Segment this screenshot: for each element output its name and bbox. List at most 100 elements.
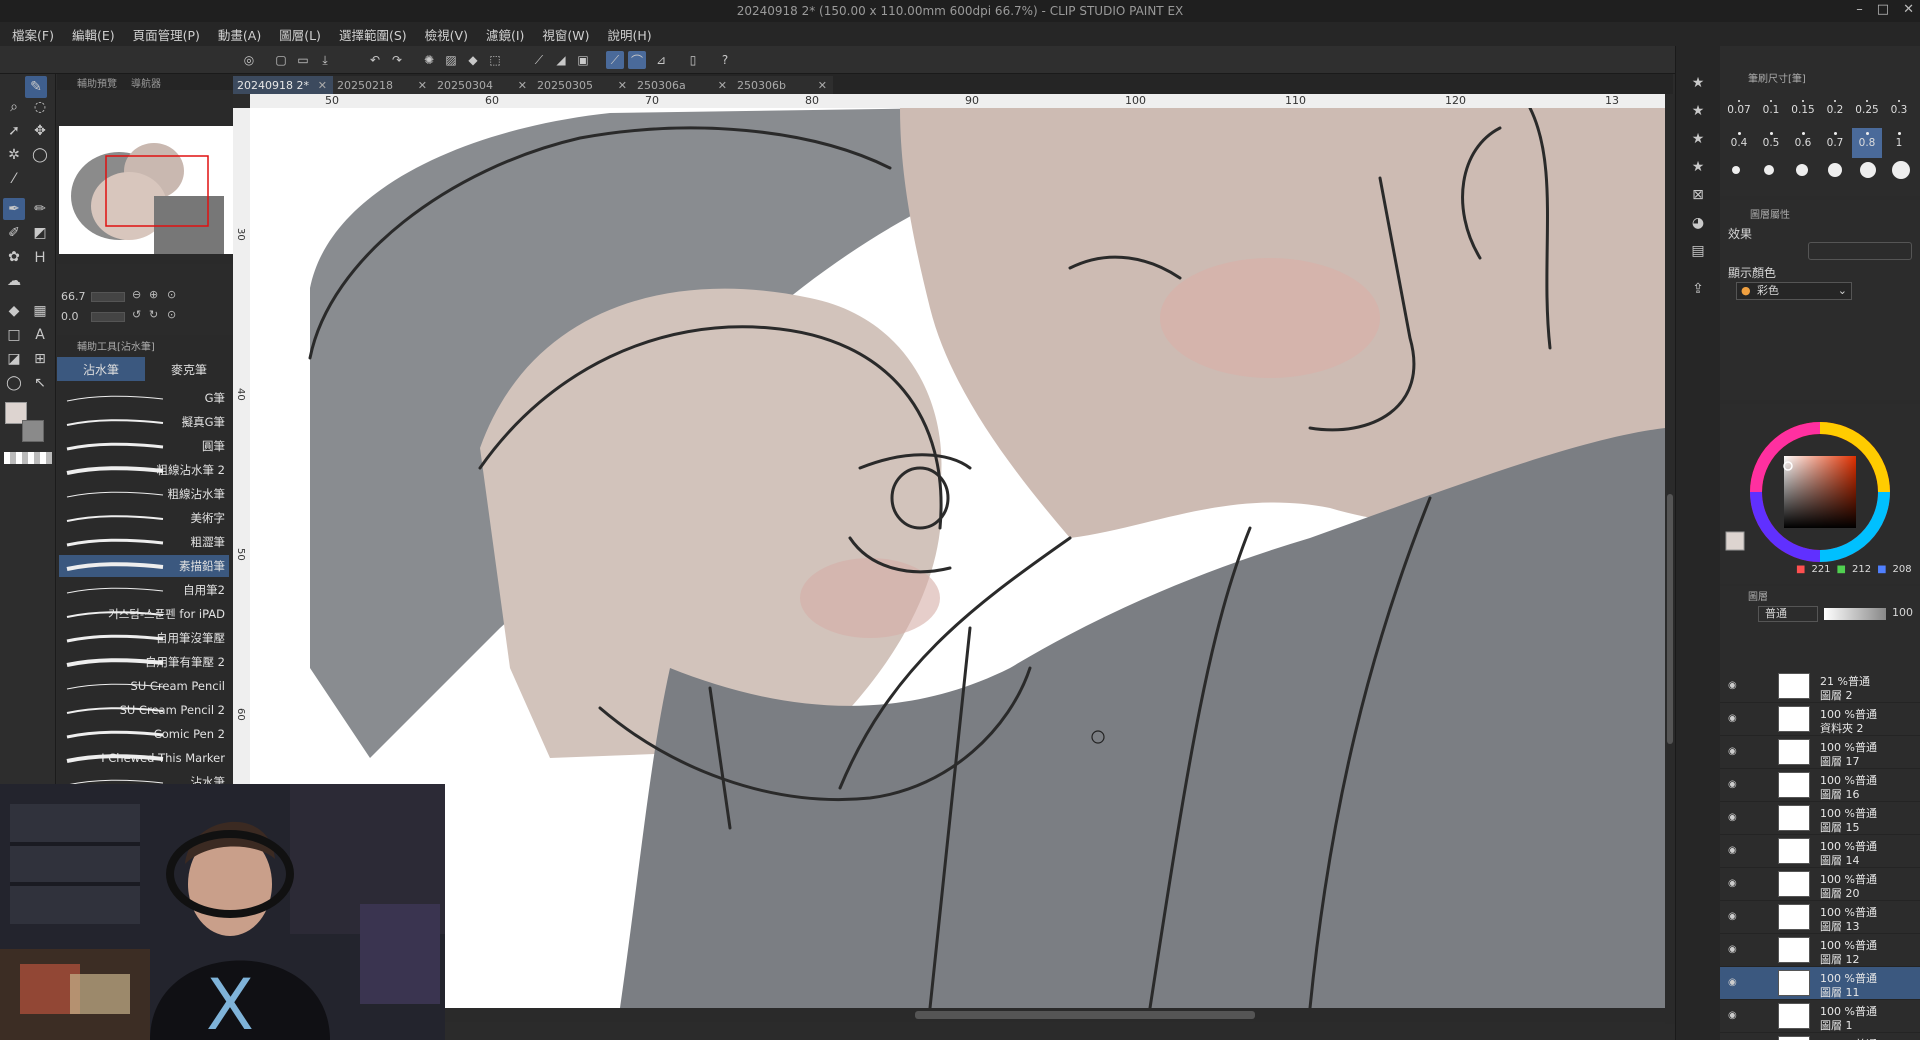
snap-ruler-icon[interactable]: ◢ [552,51,570,69]
brush-item[interactable]: 美術字 [59,507,229,529]
blend-icon[interactable]: Ｈ [29,246,51,268]
brush-size-option[interactable]: 0.8 [1852,128,1882,158]
visibility-eye-icon[interactable]: ◉ [1728,1010,1742,1021]
eyedropper-icon[interactable]: ⁄ [3,168,25,190]
frame-border-icon[interactable]: ◪ [3,348,25,370]
auto-select-icon[interactable]: ✲ [3,144,25,166]
clip-studio-icon[interactable]: ◎ [240,51,258,69]
brush-item[interactable]: 粗線沾水筆 2 [59,459,229,481]
visibility-eye-icon[interactable]: ◉ [1728,845,1742,856]
visibility-eye-icon[interactable]: ◉ [1728,746,1742,757]
brush-size-option[interactable]: 0.2 [1820,96,1850,126]
layer-row[interactable]: ◉ 100 %普通 圖層 17 [1720,736,1920,769]
brush-item[interactable]: 커스텀-스푼펜 for iPAD [59,603,229,625]
layer-row[interactable]: ◉ 100 %普通 圖層 1 [1720,1000,1920,1033]
brush-item[interactable]: 自用筆沒筆壓 [59,627,229,649]
zoom-slider[interactable] [91,292,125,302]
horizontal-scrollbar[interactable] [445,1008,1665,1022]
menu-view[interactable]: 檢視(V) [425,25,468,44]
brush-item[interactable]: Comic Pen 2 [59,723,229,745]
brush-item[interactable]: 擬真G筆 [59,411,229,433]
material-icon[interactable]: ★ [1687,72,1709,94]
document-tab[interactable]: 20240918 2* ✕ [233,76,333,94]
brush-size-option[interactable]: 0.25 [1852,96,1882,126]
fill-tool-icon[interactable]: ◆ [3,300,25,322]
material-4-icon[interactable]: ★ [1687,156,1709,178]
visibility-eye-icon[interactable]: ◉ [1728,977,1742,988]
close-tab-icon[interactable]: ✕ [518,79,527,92]
brush-icon[interactable]: ✐ [3,222,25,244]
brush-item[interactable]: 粗澀筆 [59,531,229,553]
layer-row[interactable]: ◉ 100 %普通 圖層 13 [1720,901,1920,934]
document-tab[interactable]: 250306b ✕ [733,76,833,94]
sub-color-swatch[interactable] [22,420,44,442]
balloon-icon[interactable]: ◯ [3,372,25,394]
snap-grid-icon[interactable]: ▣ [574,51,592,69]
figure-icon[interactable]: □ [3,324,25,346]
menu-selection[interactable]: 選擇範圍(S) [339,25,407,44]
move-tool-icon[interactable]: ✥ [29,120,51,142]
brush-item[interactable]: I Chewed This Marker [59,747,229,769]
vertical-scrollbar[interactable] [1665,94,1675,1024]
smartphone-icon[interactable]: ▯ [684,51,702,69]
minimize-button[interactable]: – [1856,2,1863,17]
brush-size-large-dot[interactable] [1828,163,1842,177]
layer-row[interactable]: ◉ 100 %普通 資料夾 2 [1720,703,1920,736]
navigator-thumbnail[interactable] [59,126,233,254]
stabilization-curve-icon[interactable]: ⌒ [628,51,646,69]
brush-item[interactable]: G筆 [59,387,229,409]
brush-item[interactable]: 圓筆 [59,435,229,457]
fill-icon[interactable]: ◆ [464,51,482,69]
menu-page[interactable]: 頁面管理(P) [133,25,200,44]
menu-edit[interactable]: 編輯(E) [72,25,115,44]
layer-row[interactable]: ◉ 100 %普通 圖層 16 [1720,769,1920,802]
menu-window[interactable]: 視窗(W) [542,25,589,44]
menu-help[interactable]: 說明(H) [608,25,652,44]
fit-icon[interactable]: ⊙ [167,288,176,301]
close-tab-icon[interactable]: ✕ [318,79,327,92]
selection-tool-icon[interactable]: ◯ [29,144,51,166]
selection-icon[interactable]: ✺ [420,51,438,69]
layer-row[interactable]: ◉ 100 %普通 圖層 12 [1720,934,1920,967]
material-2-icon[interactable]: ★ [1687,100,1709,122]
layer-row[interactable]: ◉ 100 %普通 圖層 11 [1720,967,1920,1000]
close-tab-icon[interactable]: ✕ [618,79,627,92]
layer-row[interactable]: ◉100 %普通 [1720,1033,1920,1040]
color-mix-icon[interactable]: ◕ [1687,212,1709,234]
brush-size-large-dot[interactable] [1796,164,1808,176]
document-tab[interactable]: 250306a ✕ [633,76,733,94]
pencil-icon[interactable]: ✏ [29,198,51,220]
brush-size-large-dot[interactable] [1892,161,1910,179]
tab-navigator[interactable]: 導航器 [131,75,161,90]
undo-icon[interactable]: ↶ [366,51,384,69]
brush-item[interactable]: SU Cream Pencil [59,675,229,697]
maximize-button[interactable]: □ [1877,2,1889,17]
document-tab[interactable]: 20250218 ✕ [333,76,433,94]
rotate-slider[interactable] [91,312,125,322]
brush-item[interactable]: 粗線沾水筆 [59,483,229,505]
correct-line-icon[interactable]: ↖ [29,372,51,394]
layer-row[interactable]: ◉ 21 %普通 圖層 2 [1720,670,1920,703]
new-file-icon[interactable]: ▢ [272,51,290,69]
visibility-eye-icon[interactable]: ◉ [1728,944,1742,955]
angle-value[interactable]: 0.0 [61,310,79,323]
horizontal-scroll-thumb[interactable] [915,1011,1255,1019]
pen-tool-icon[interactable]: ✎ [25,76,47,98]
brush-item[interactable]: 素描鉛筆 [59,555,229,577]
operation-tool-icon[interactable]: ➚ [3,120,25,142]
brush-size-large-dot[interactable] [1860,162,1876,178]
open-file-icon[interactable]: ▭ [294,51,312,69]
brush-size-large-dot[interactable] [1732,166,1740,174]
effect-buttons[interactable] [1808,242,1912,260]
zoom-tool-icon[interactable]: ⌕ [3,96,25,118]
visibility-eye-icon[interactable]: ◉ [1728,911,1742,922]
close-tab-icon[interactable]: ✕ [718,79,727,92]
export-icon[interactable]: ⇪ [1687,278,1709,300]
visibility-eye-icon[interactable]: ◉ [1728,779,1742,790]
close-button[interactable]: ✕ [1903,2,1914,17]
layer-row[interactable]: ◉ 100 %普通 圖層 20 [1720,868,1920,901]
brush-size-option[interactable]: 0.7 [1820,128,1850,158]
pen-icon[interactable]: ✒ [3,198,25,220]
visibility-eye-icon[interactable]: ◉ [1728,812,1742,823]
redo-icon[interactable]: ↷ [388,51,406,69]
